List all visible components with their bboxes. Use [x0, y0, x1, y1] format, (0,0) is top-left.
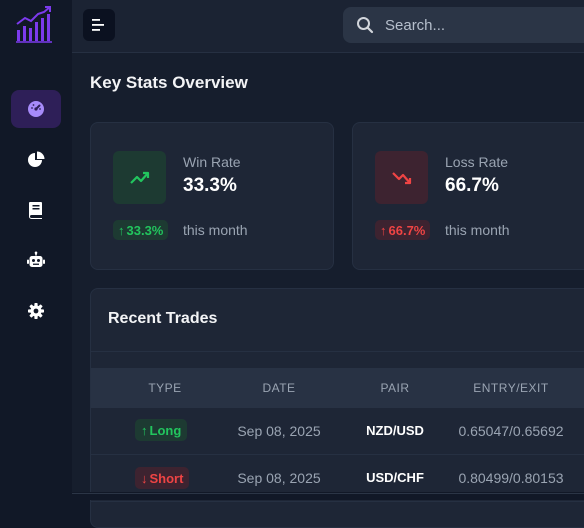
sidebar	[0, 0, 72, 500]
trend-down-icon	[375, 151, 428, 204]
table-header: TYPE DATE PAIR ENTRY/EXIT	[91, 368, 584, 408]
pie-chart-icon	[28, 151, 45, 167]
gauge-icon	[28, 101, 44, 117]
sidebar-item-dashboard[interactable]	[11, 90, 61, 128]
change-badge: ↑ 33.3%	[113, 220, 169, 240]
menu-toggle-button[interactable]	[83, 9, 115, 41]
trade-type: Short	[149, 470, 184, 486]
column-header-pair[interactable]: PAIR	[355, 368, 435, 408]
trend-up-icon	[113, 151, 166, 204]
sidebar-item-journal[interactable]	[11, 191, 61, 229]
gear-icon	[28, 303, 44, 319]
sidebar-item-analytics[interactable]	[11, 141, 61, 179]
divider	[72, 493, 584, 494]
search-box[interactable]	[343, 7, 584, 43]
book-icon	[29, 202, 42, 219]
page-title: Key Stats Overview	[90, 73, 248, 92]
column-header-date[interactable]: DATE	[223, 368, 335, 408]
recent-trades-title: Recent Trades	[108, 310, 218, 327]
sidebar-item-bot[interactable]	[11, 242, 61, 280]
change-value: 33.3%	[126, 222, 164, 238]
trade-pair: NZD/USD	[366, 423, 424, 438]
stat-label: Win Rate	[183, 154, 241, 170]
arrow-up-icon: ↑	[380, 222, 387, 238]
search-icon	[357, 17, 374, 34]
change-badge: ↑ 66.7%	[375, 220, 431, 240]
change-value: 66.7%	[388, 222, 426, 238]
stat-card-loss-rate: Loss Rate 66.7% ↑ 66.7% this month	[352, 122, 584, 270]
stat-card-win-rate: Win Rate 33.3% ↑ 33.3% this month	[90, 122, 334, 270]
arrow-up-icon: ↑	[141, 422, 148, 438]
sidebar-item-settings[interactable]	[11, 292, 61, 330]
stat-label: Loss Rate	[445, 154, 509, 170]
trade-entry-exit: 0.65047/0.65692	[458, 423, 564, 439]
change-note: this month	[445, 222, 510, 238]
logo-icon[interactable]	[14, 4, 54, 44]
search-input[interactable]	[383, 15, 584, 35]
trade-type-badge-long: ↑ Long	[135, 419, 188, 441]
stat-value: 33.3%	[183, 175, 237, 196]
divider	[91, 351, 584, 352]
trade-date: Sep 08, 2025	[237, 423, 321, 439]
trade-type: Long	[149, 422, 182, 438]
arrow-down-icon: ↓	[141, 470, 148, 486]
stat-value: 66.7%	[445, 175, 499, 196]
menu-icon	[92, 19, 104, 31]
arrow-up-icon: ↑	[118, 222, 125, 238]
robot-icon	[27, 251, 45, 267]
column-header-type[interactable]: TYPE	[126, 368, 204, 408]
table-row[interactable]: ↑ Long Sep 08, 2025 NZD/USD 0.65047/0.65…	[91, 408, 584, 455]
trade-type-badge-short: ↓ Short	[135, 467, 190, 489]
bottom-strip	[0, 492, 584, 500]
change-note: this month	[183, 222, 248, 238]
column-header-entry-exit[interactable]: ENTRY/EXIT	[456, 368, 566, 408]
